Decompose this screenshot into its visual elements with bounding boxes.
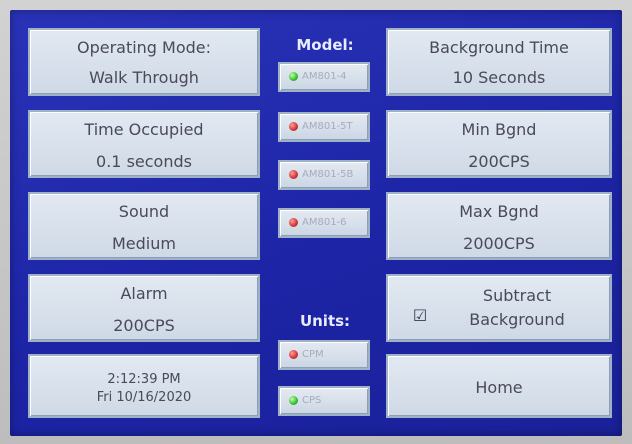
subtract-background-toggle[interactable]: ☑ Subtract Background bbox=[386, 274, 612, 342]
sound-title: Sound bbox=[118, 202, 170, 221]
time-occupied-title: Time Occupied bbox=[84, 120, 204, 139]
units-option-label: CPM bbox=[302, 349, 324, 360]
model-option-label: AM801-4 bbox=[302, 71, 347, 82]
operating-mode-title: Operating Mode: bbox=[76, 38, 212, 57]
home-button[interactable]: Home bbox=[386, 354, 612, 418]
model-option-am801-4[interactable]: AM801-4 bbox=[278, 62, 370, 92]
model-option-am801-6[interactable]: AM801-6 bbox=[278, 208, 370, 238]
clock-date: Fri 10/16/2020 bbox=[96, 390, 192, 405]
units-option-cps[interactable]: CPS bbox=[278, 386, 370, 416]
subtract-background-label-line2: Background bbox=[469, 310, 565, 329]
home-button-label: Home bbox=[475, 378, 523, 397]
red-led-icon bbox=[289, 122, 298, 131]
units-heading: Units: bbox=[299, 312, 351, 330]
red-led-icon bbox=[289, 218, 298, 227]
time-occupied-value: 0.1 seconds bbox=[96, 152, 192, 171]
background-time-value: 10 Seconds bbox=[452, 68, 546, 87]
max-bgnd-button[interactable]: Max Bgnd 2000CPS bbox=[386, 192, 612, 260]
alarm-title: Alarm bbox=[120, 284, 168, 303]
background-time-button[interactable]: Background Time 10 Seconds bbox=[386, 28, 612, 96]
subtract-background-label-line1: Subtract bbox=[482, 286, 552, 305]
sound-value: Medium bbox=[112, 234, 176, 253]
background-time-title: Background Time bbox=[429, 38, 569, 57]
red-led-icon bbox=[289, 350, 298, 359]
alarm-value: 200CPS bbox=[113, 316, 175, 335]
units-option-label: CPS bbox=[302, 395, 322, 406]
min-bgnd-button[interactable]: Min Bgnd 200CPS bbox=[386, 110, 612, 178]
hmi-screen: Operating Mode: Walk Through Time Occupi… bbox=[10, 10, 622, 436]
model-option-label: AM801-6 bbox=[302, 217, 347, 228]
sound-button[interactable]: Sound Medium bbox=[28, 192, 260, 260]
clock-display: 2:12:39 PM Fri 10/16/2020 bbox=[28, 354, 260, 418]
max-bgnd-value: 2000CPS bbox=[463, 234, 535, 253]
alarm-button[interactable]: Alarm 200CPS bbox=[28, 274, 260, 342]
time-occupied-button[interactable]: Time Occupied 0.1 seconds bbox=[28, 110, 260, 178]
model-heading: Model: bbox=[296, 36, 354, 54]
min-bgnd-title: Min Bgnd bbox=[461, 120, 537, 139]
model-option-am801-5t[interactable]: AM801-5T bbox=[278, 112, 370, 142]
green-led-icon bbox=[289, 72, 298, 81]
model-option-label: AM801-5T bbox=[302, 121, 353, 132]
model-option-label: AM801-5B bbox=[302, 169, 354, 180]
operating-mode-value: Walk Through bbox=[89, 68, 199, 87]
min-bgnd-value: 200CPS bbox=[468, 152, 530, 171]
green-led-icon bbox=[289, 396, 298, 405]
red-led-icon bbox=[289, 170, 298, 179]
model-option-am801-5b[interactable]: AM801-5B bbox=[278, 160, 370, 190]
max-bgnd-title: Max Bgnd bbox=[459, 202, 539, 221]
units-option-cpm[interactable]: CPM bbox=[278, 340, 370, 370]
operating-mode-button[interactable]: Operating Mode: Walk Through bbox=[28, 28, 260, 96]
clock-time: 2:12:39 PM bbox=[107, 372, 181, 387]
